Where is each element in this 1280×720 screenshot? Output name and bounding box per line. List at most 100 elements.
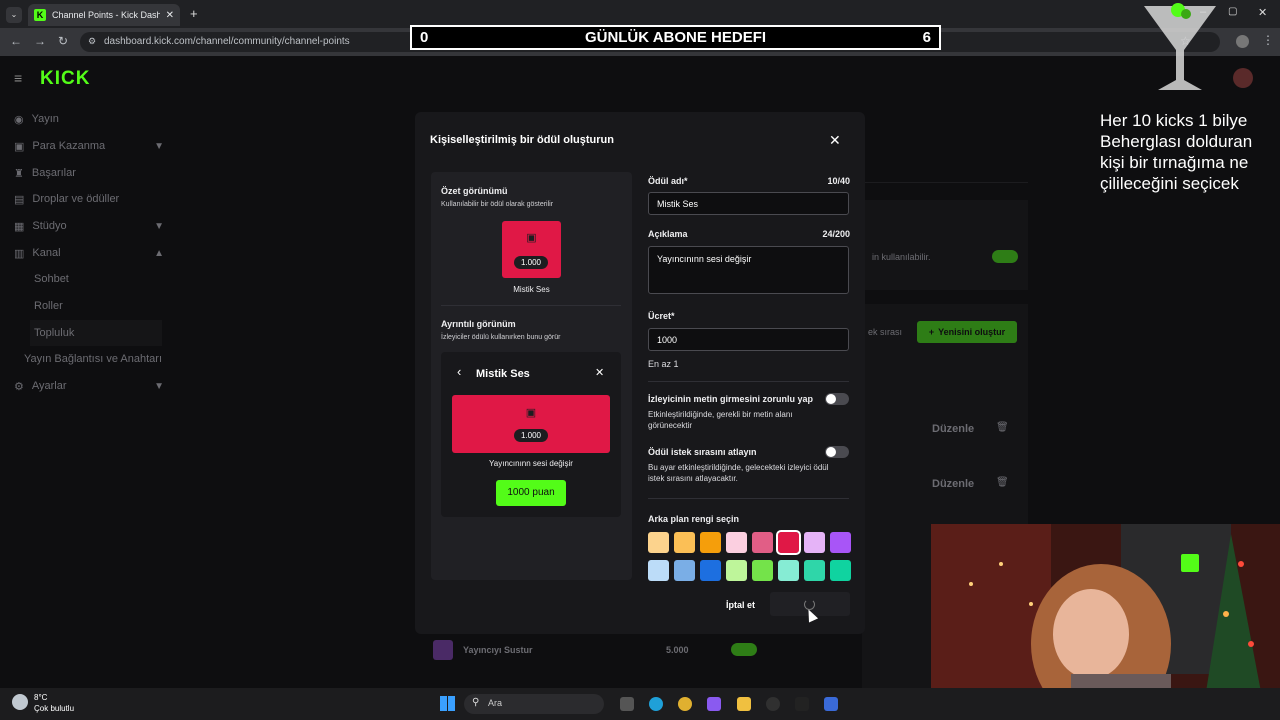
color-swatch[interactable] xyxy=(674,532,695,553)
skip-queue-toggle[interactable] xyxy=(825,446,849,458)
sidebar-item-ayarlar[interactable]: ⚙ Ayarlar ▼ xyxy=(14,373,164,399)
sidebar-item-para-kazanma[interactable]: ▣ Para Kazanma ▼ xyxy=(14,133,164,159)
weather-widget[interactable]: 8°C Çok bulutlu xyxy=(34,692,74,714)
detail-close-icon[interactable]: ✕ xyxy=(595,366,604,379)
sidebar-item-studyo[interactable]: ▦ Stüdyo ▼ xyxy=(14,213,164,239)
profile-avatar[interactable] xyxy=(1236,35,1249,48)
name-char-count: 10/40 xyxy=(827,176,850,186)
color-swatch[interactable] xyxy=(830,532,851,553)
close-icon[interactable]: ✕ xyxy=(829,132,841,149)
form-divider xyxy=(648,498,849,499)
color-swatch[interactable] xyxy=(776,530,801,555)
settings-icon: ⚙ xyxy=(14,380,24,393)
goal-title: GÜNLÜK ABONE HEDEFI xyxy=(584,29,767,46)
create-reward-modal: Kişiselleştirilmiş bir ödül oluşturun ✕ … xyxy=(415,112,865,634)
user-avatar[interactable] xyxy=(1233,68,1253,88)
studio-icon: ▦ xyxy=(14,220,25,233)
reward-row-cost: 5.000 xyxy=(666,645,689,655)
copilot-icon[interactable] xyxy=(707,697,721,711)
sidebar-item-yayin-baglantisi[interactable]: Yayın Bağlantısı ve Anahtarı xyxy=(24,346,168,372)
cost-input[interactable]: 1000 xyxy=(648,328,849,351)
reload-icon[interactable]: ↻ xyxy=(58,34,68,48)
color-swatch[interactable] xyxy=(804,532,825,553)
color-swatch[interactable] xyxy=(648,532,669,553)
color-swatch[interactable] xyxy=(752,532,773,553)
reward-row-name: Yayıncıyı Sustur xyxy=(463,645,533,655)
detail-reward-name: Mistik Ses xyxy=(476,368,530,380)
color-swatch[interactable] xyxy=(752,560,773,581)
reward-name-input[interactable]: Mistik Ses xyxy=(648,192,849,215)
task-view-icon[interactable] xyxy=(620,697,634,711)
detail-subtitle: İzleyiciler ödülü kullanırken bunu görür xyxy=(441,334,561,341)
color-swatch[interactable] xyxy=(778,560,799,581)
color-swatch[interactable] xyxy=(700,532,721,553)
taskbar-search-input[interactable]: Ara xyxy=(464,694,604,714)
edit-button[interactable]: Düzenle xyxy=(932,423,974,435)
queue-text: ek sırası xyxy=(868,327,903,337)
summary-reward-tile: ▣ 1.000 xyxy=(502,221,561,278)
delete-icon[interactable]: 🗑 xyxy=(996,422,1009,433)
new-tab-button[interactable]: + xyxy=(190,6,198,21)
sidebar-item-kanal[interactable]: ▥ Kanal ▲ xyxy=(14,240,164,266)
cost-hint: En az 1 xyxy=(648,359,679,369)
obs-icon[interactable] xyxy=(766,697,780,711)
points-button[interactable]: 1000 puan xyxy=(496,480,566,506)
color-swatches xyxy=(648,530,853,581)
delete-icon[interactable]: 🗑 xyxy=(996,477,1009,488)
browser-menu-icon[interactable]: ⋮ xyxy=(1262,33,1274,47)
forward-icon[interactable]: → xyxy=(34,34,46,48)
back-icon[interactable]: ← xyxy=(10,34,22,48)
edge-icon[interactable] xyxy=(649,697,663,711)
sidebar-item-topluluk[interactable]: Topluluk xyxy=(30,320,162,346)
cancel-button[interactable]: İptal et xyxy=(726,600,755,610)
back-chevron-icon[interactable]: ‹ xyxy=(457,364,461,379)
app-icon[interactable] xyxy=(824,697,838,711)
reward-preview-panel: Özet görünümü Kullanılabilir bir ödül ol… xyxy=(431,172,632,580)
summary-title: Özet görünümü xyxy=(441,186,508,196)
broadcast-icon: ◉ xyxy=(14,113,24,126)
sidebar-item-sohbet[interactable]: Sohbet xyxy=(34,266,164,292)
tab-list-button[interactable]: ⌄ xyxy=(6,7,22,23)
terminal-icon[interactable] xyxy=(795,697,809,711)
color-swatch[interactable] xyxy=(700,560,721,581)
reward-row-toggle[interactable] xyxy=(731,643,757,656)
chrome-icon[interactable] xyxy=(678,697,692,711)
new-reward-button[interactable]: + Yenisini oluştur xyxy=(917,321,1017,343)
plus-icon: + xyxy=(928,327,935,337)
color-swatch[interactable] xyxy=(674,560,695,581)
sidebar-item-droplar[interactable]: ▤ Droplar ve ödüller xyxy=(14,186,164,212)
weather-icon xyxy=(12,694,28,710)
color-swatch[interactable] xyxy=(726,532,747,553)
maximize-icon[interactable]: ▢ xyxy=(1228,6,1237,17)
color-swatch[interactable] xyxy=(830,560,851,581)
require-text-description: Etkinleştirildiğinde, gerekli bir metin … xyxy=(648,410,793,430)
detail-reward-tile: ▣ 1.000 xyxy=(452,395,610,453)
close-tab-icon[interactable]: ✕ xyxy=(166,10,174,21)
webcam-image xyxy=(931,524,1280,692)
edit-button[interactable]: Düzenle xyxy=(932,478,974,490)
require-text-toggle[interactable] xyxy=(825,393,849,405)
color-swatch[interactable] xyxy=(648,560,669,581)
hamburger-menu-icon[interactable]: ≡ xyxy=(14,70,22,86)
sidebar-item-basarilar[interactable]: ♜ Başarılar xyxy=(14,160,164,186)
sidebar-item-roller[interactable]: Roller xyxy=(34,293,164,319)
stream-overlay-text: Her 10 kicks 1 bilye Beherglası dolduran… xyxy=(1100,111,1253,193)
color-swatch[interactable] xyxy=(804,560,825,581)
file-explorer-icon[interactable] xyxy=(737,697,751,711)
kick-logo[interactable]: KICK xyxy=(40,68,90,90)
windows-start-icon[interactable] xyxy=(440,696,455,711)
detail-description: Yayıncınınn sesi değişir xyxy=(489,459,573,468)
description-textarea[interactable]: Yayıncınınn sesi değişir xyxy=(648,246,849,294)
close-window-icon[interactable]: ✕ xyxy=(1258,6,1267,19)
reward-row-icon xyxy=(433,640,453,660)
gift-icon: ▤ xyxy=(14,193,25,206)
color-swatch[interactable] xyxy=(726,560,747,581)
enabled-toggle[interactable] xyxy=(992,250,1018,263)
weather-condition: Çok bulutlu xyxy=(34,704,75,713)
browser-tab[interactable]: K Channel Points - Kick Dashboard ✕ xyxy=(28,4,180,26)
description-char-count: 24/200 xyxy=(822,229,850,239)
detail-preview-card: ‹ Mistik Ses ✕ ▣ 1.000 Yayıncınınn sesi … xyxy=(441,352,621,517)
site-info-icon[interactable]: ⚙ xyxy=(88,36,96,47)
sidebar-item-yayin[interactable]: ◉ Yayın xyxy=(14,106,164,132)
goal-target: 6 xyxy=(922,29,931,46)
